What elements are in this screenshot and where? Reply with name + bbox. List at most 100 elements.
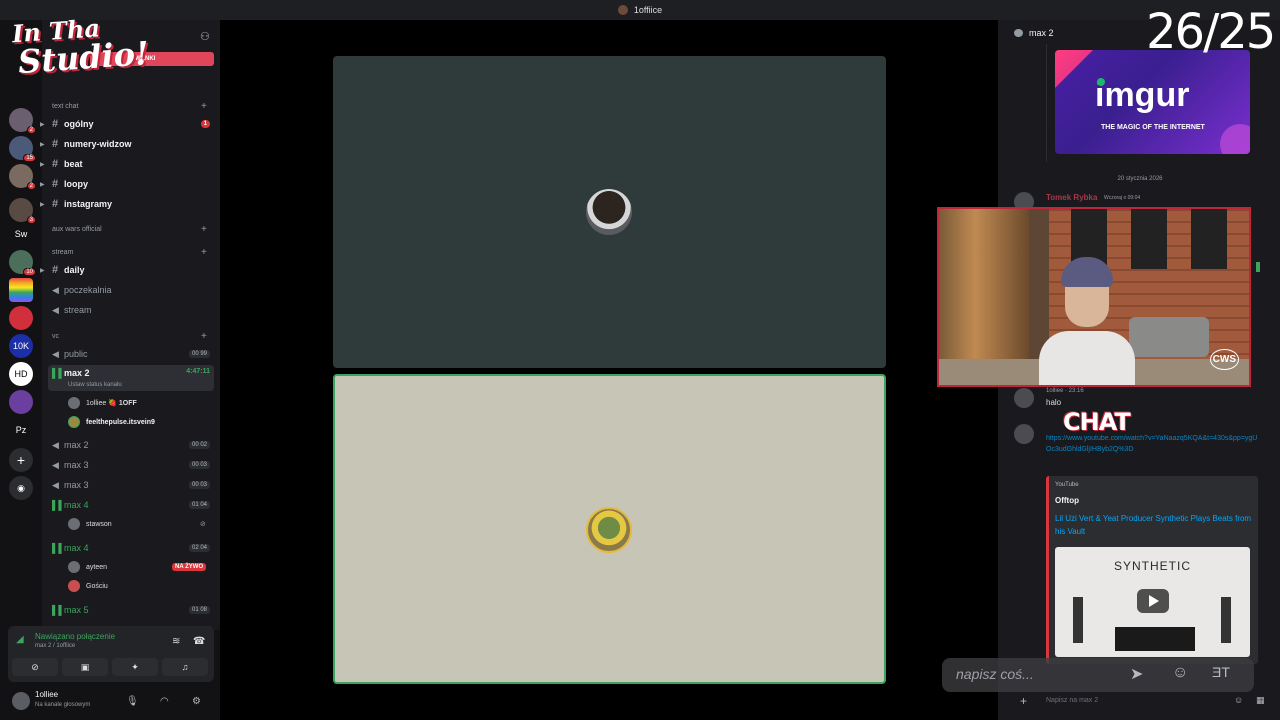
category-stream[interactable]: stream — [52, 249, 73, 256]
voice-member[interactable]: feelthepulse.itsvein9 — [68, 414, 155, 430]
message-author[interactable]: 1olliee · 23:16 — [1046, 388, 1084, 394]
message-author[interactable]: Tomek Rybka — [1046, 193, 1097, 202]
participant-avatar — [586, 189, 632, 235]
avatar[interactable] — [1014, 388, 1034, 408]
add-member-icon[interactable]: ⚇ — [200, 30, 212, 43]
message-timestamp: Wczoraj o 09:04 — [1104, 195, 1141, 201]
server-icon[interactable]: 15 — [9, 136, 36, 162]
app-root: 1offiice 2 15 2 3 Sw 10 10K HD Pz + ◉ MI… — [0, 0, 1280, 720]
user-avatar[interactable] — [12, 692, 30, 710]
voice-member[interactable]: ayteen — [68, 559, 107, 575]
channel-poczekalnia[interactable]: ◀ poczekalnia — [48, 281, 214, 299]
attach-plus-icon[interactable]: + — [1020, 694, 1027, 708]
screen-share-button[interactable]: ▣ — [62, 658, 108, 676]
channel-ogolny[interactable]: ▶ # ogólny 1 — [40, 115, 214, 133]
embed-provider[interactable]: YouTube — [1055, 482, 1079, 488]
discover-icon[interactable]: ◉ — [9, 476, 33, 500]
channel-max-2[interactable]: ◀ max 2 00 02 — [48, 436, 214, 454]
emoji-icon: ☺ — [1172, 664, 1189, 681]
scroll-indicator[interactable] — [1256, 262, 1260, 272]
server-icon[interactable]: 10 — [9, 250, 36, 276]
message-text: halo — [1046, 398, 1062, 407]
category-aux-wars[interactable]: aux wars official — [52, 226, 102, 233]
channel-public[interactable]: ◀ public 00 99 — [48, 345, 214, 363]
emoji-icon[interactable]: ☺ — [1234, 695, 1243, 705]
speaker-stand — [1221, 597, 1231, 643]
add-channel-icon[interactable]: + — [201, 224, 207, 235]
sofa — [1129, 317, 1209, 357]
settings-gear-icon[interactable]: ⚙ — [192, 696, 201, 707]
channel-max-4[interactable]: ▌▌ max 4 02 04 — [48, 539, 214, 557]
message-input[interactable]: Napisz na max 2 — [1046, 697, 1098, 704]
hash-icon: # — [52, 138, 59, 150]
channel-beat[interactable]: ▶ # beat — [40, 155, 214, 173]
hash-icon: # — [52, 118, 59, 130]
server-icon[interactable]: Sw — [9, 222, 33, 246]
caret-icon: ▶ — [40, 161, 45, 168]
channel-instagramy[interactable]: ▶ # instagramy — [40, 195, 214, 213]
headphones-icon[interactable]: ◠ — [160, 696, 169, 707]
server-icon[interactable]: 2 — [9, 108, 36, 134]
voice-member[interactable]: stawson ⊘ — [68, 516, 206, 532]
channel-daily[interactable]: ▶ # daily — [40, 261, 214, 279]
channel-stream[interactable]: ◀ stream — [48, 301, 214, 319]
user-count: 00 03 — [188, 481, 210, 489]
add-channel-icon[interactable]: + — [201, 101, 207, 112]
speaker-stand — [1073, 597, 1083, 643]
video-thumbnail[interactable]: SYNTHETIC — [1055, 547, 1250, 657]
channel-loopy[interactable]: ▶ # loopy — [40, 175, 214, 193]
avatar[interactable] — [1014, 424, 1034, 444]
message-link[interactable]: https://www.youtube.com/watch?v=YaNaazq5… — [1046, 434, 1260, 455]
server-icon[interactable]: 2 — [9, 164, 36, 190]
signal-icon[interactable]: ◢ — [16, 634, 24, 645]
voice-status[interactable]: Nawiązano połączenie — [35, 632, 115, 641]
server-icon[interactable]: 10K — [9, 334, 33, 358]
avatar — [68, 518, 80, 530]
category-text-chat[interactable]: text chat — [52, 103, 78, 110]
server-icon[interactable]: Pz — [9, 418, 33, 442]
imgur-embed-image[interactable]: imgur THE MAGIC OF THE INTERNET — [1055, 50, 1250, 154]
soundboard-button[interactable]: ♫ — [162, 658, 208, 676]
imgur-dot — [1097, 78, 1105, 86]
channel-max-5[interactable]: ▌▌ max 5 01 08 — [48, 601, 214, 619]
add-channel-icon[interactable]: + — [201, 247, 207, 258]
avatar — [68, 397, 80, 409]
category-vc[interactable]: vc — [52, 333, 59, 340]
add-channel-icon[interactable]: + — [201, 331, 207, 342]
speaker-icon: ◀ — [52, 439, 59, 450]
server-icon[interactable]: 3 — [9, 198, 36, 224]
channel-max-3[interactable]: ◀ max 3 00 03 — [48, 456, 214, 474]
voice-channel-path[interactable]: max 2 / 1offiice — [35, 643, 75, 649]
server-icon[interactable] — [9, 306, 33, 330]
apps-icon[interactable]: ▦ — [1256, 695, 1265, 706]
channel-status-hint[interactable]: Ustaw status kanału — [68, 382, 122, 388]
server-icon-rainbow[interactable] — [9, 278, 33, 302]
desk — [1115, 627, 1195, 651]
voice-member[interactable]: Gościu — [68, 578, 108, 594]
camera-button[interactable]: ⊘ — [12, 658, 58, 676]
disconnect-icon[interactable]: ☎ — [193, 636, 205, 647]
activities-button[interactable]: ✦ — [112, 658, 158, 676]
acoustic-panel — [1131, 209, 1167, 269]
user-count: 02 04 — [188, 544, 210, 552]
channel-numery-widzow[interactable]: ▶ # numery-widzow — [40, 135, 214, 153]
live-badge: NA ŻYWO — [172, 563, 207, 571]
caret-icon: ▶ — [40, 141, 45, 148]
server-icon[interactable] — [9, 390, 33, 414]
voice-member[interactable]: 1olliee 🍓 1OFF — [68, 395, 137, 411]
streamer-beanie — [1061, 257, 1113, 287]
channel-max-4[interactable]: ▌▌ max 4 01 04 — [48, 496, 214, 514]
add-server-icon[interactable]: + — [9, 448, 33, 472]
server-icon[interactable]: HD — [9, 362, 33, 386]
avatar — [68, 561, 80, 573]
microphone-icon[interactable]: 🎙 — [126, 696, 139, 707]
noise-suppression-icon[interactable]: ≋ — [172, 636, 180, 647]
decor-corner — [1055, 50, 1093, 88]
user-status[interactable]: Na kanale głosowym — [35, 702, 90, 708]
embed-author[interactable]: Offtop — [1055, 496, 1079, 505]
speaker-icon: ◀ — [52, 459, 59, 470]
embed-title[interactable]: Lil Uzi Vert & Yeat Producer Synthetic P… — [1055, 513, 1255, 539]
user-name[interactable]: 1olliee — [35, 690, 58, 699]
avatar — [68, 416, 80, 428]
channel-max-3[interactable]: ◀ max 3 00 03 — [48, 476, 214, 494]
